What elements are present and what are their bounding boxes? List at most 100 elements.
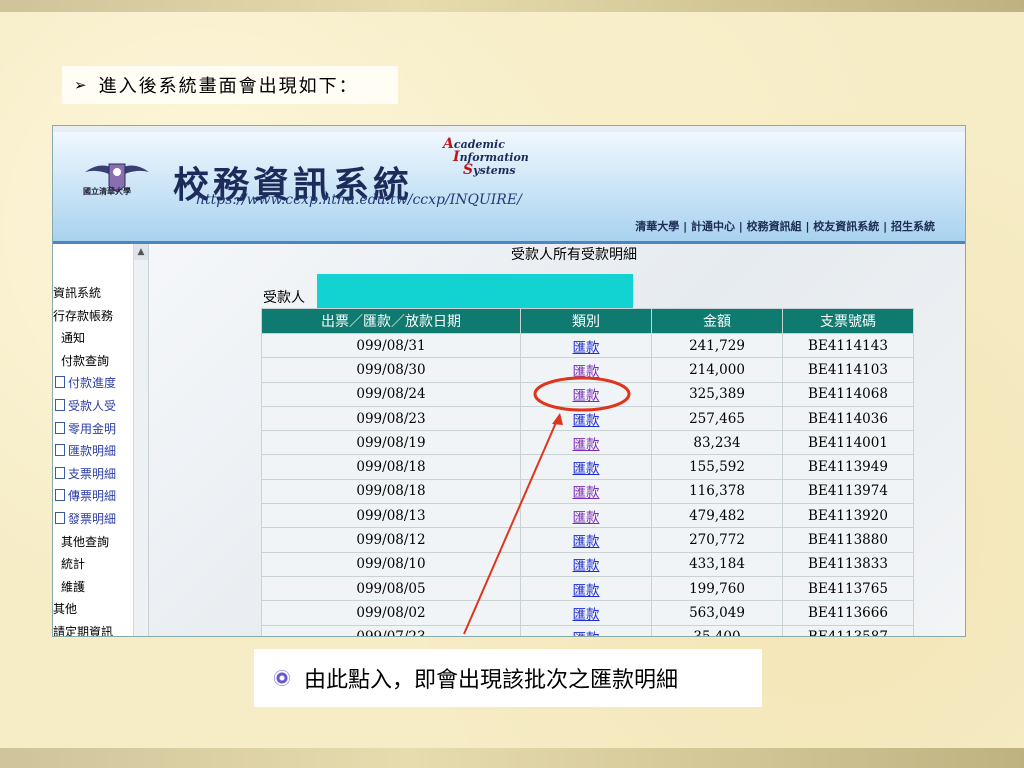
- cell-type[interactable]: 匯款: [520, 381, 652, 407]
- cell-date: 099/08/18: [261, 454, 521, 480]
- sidebar-item-label: 資訊系統: [53, 286, 102, 300]
- sidebar-item-label: 其他查詢: [61, 534, 110, 549]
- table-row: 099/08/30 匯款 214,000 BE4114103: [261, 357, 914, 383]
- cell-type[interactable]: 匯款: [520, 332, 652, 359]
- table-body: 099/08/31 匯款 241,729 BE4114143 099/08/30 匯款 21…: [261, 332, 914, 636]
- cell-type[interactable]: 匯款: [520, 551, 652, 577]
- remittance-link[interactable]: 匯款: [573, 364, 600, 380]
- remittance-link[interactable]: 匯款: [573, 534, 600, 550]
- sidebar-item[interactable]: 其他查詢: [53, 531, 135, 554]
- remittance-link[interactable]: 匯款: [573, 631, 600, 636]
- sidebar-item[interactable]: 付款進度: [53, 372, 135, 395]
- sidebar-item-label: 行存款帳務: [53, 308, 114, 323]
- cell-date: 099/08/13: [261, 503, 521, 529]
- sidebar-item[interactable]: 匯款明細: [53, 440, 135, 463]
- payee-label: 受款人: [263, 290, 305, 306]
- col-header-type: 類別: [520, 308, 652, 334]
- cell-type[interactable]: 匯款: [520, 624, 652, 636]
- remittance-link[interactable]: 匯款: [573, 340, 600, 356]
- cell-type[interactable]: 匯款: [520, 575, 652, 602]
- top-links[interactable]: 清華大學 | 計通中心 | 校務資訊組 | 校友資訊系統 | 招生系統: [635, 218, 935, 234]
- cell-date: 099/08/23: [261, 405, 521, 432]
- cell-amount: 433,184: [651, 551, 783, 577]
- sidebar-item[interactable]: 請定期資訊: [53, 621, 135, 636]
- remittance-link[interactable]: 匯款: [573, 461, 600, 477]
- remittance-link[interactable]: 匯款: [573, 388, 600, 404]
- remittance-link[interactable]: 匯款: [573, 510, 600, 526]
- sidebar-item[interactable]: 零用金明: [53, 418, 135, 441]
- cell-amount: 155,592: [651, 454, 783, 480]
- sidebar-list: 資訊系統行存款帳務通知付款查詢 付款進度受款人受零用金明匯款明細支票明細傳票明細發…: [53, 282, 135, 636]
- table-row: 099/08/19 匯款 83,234 BE4114001: [261, 430, 914, 456]
- table-row: 099/08/13 匯款 479,482 BE4113920: [261, 503, 914, 529]
- sidebar-item[interactable]: 通知: [53, 327, 135, 350]
- cell-type[interactable]: 匯款: [520, 527, 652, 553]
- cell-type[interactable]: 匯款: [520, 430, 652, 456]
- remittance-link[interactable]: 匯款: [573, 558, 600, 574]
- document-icon: [55, 376, 65, 389]
- remittance-link[interactable]: 匯款: [573, 437, 600, 453]
- table-row: 099/08/24 匯款 325,389 BE4114068: [261, 381, 914, 407]
- site-banner: 國立清華大學 校務資訊系統 https://www.ccxp.nthu.edu.…: [53, 126, 965, 244]
- cell-type[interactable]: 匯款: [520, 478, 652, 505]
- cell-date: 099/08/19: [261, 430, 521, 456]
- sidebar-item[interactable]: 支票明細: [53, 463, 135, 486]
- table-row: 099/08/12 匯款 270,772 BE4113880: [261, 527, 914, 553]
- cell-check-no: BE4113833: [782, 551, 914, 577]
- cell-check-no: BE4114036: [782, 405, 914, 432]
- ais-line-1: cademic: [453, 138, 505, 151]
- cell-check-no: BE4113920: [782, 503, 914, 529]
- col-header-check: 支票號碼: [782, 308, 914, 334]
- sidebar-item[interactable]: 發票明細: [53, 508, 135, 531]
- cell-amount: 325,389: [651, 381, 783, 407]
- callout-note: 由此點入，即會出現該批次之匯款明細: [254, 649, 762, 707]
- page-title: 受款人所有受款明細: [511, 247, 637, 263]
- main-content: 受款人所有受款明細 受款人 出票／匯款／放款日期 類別 金額 支票號碼 099/…: [149, 244, 965, 636]
- cell-type[interactable]: 匯款: [520, 503, 652, 529]
- cell-type[interactable]: 匯款: [520, 454, 652, 480]
- sidebar-item-label: 統計: [61, 557, 86, 572]
- payee-redaction: [317, 274, 633, 308]
- cell-type[interactable]: 匯款: [520, 600, 652, 626]
- sidebar-item[interactable]: 資訊系統: [53, 282, 135, 305]
- document-icon: [55, 511, 65, 524]
- remittance-link[interactable]: 匯款: [573, 413, 600, 429]
- sidebar-item[interactable]: 傳票明細: [53, 485, 135, 508]
- sidebar-scrollbar[interactable]: ▲: [133, 244, 148, 636]
- table-row: 099/08/23 匯款 257,465 BE4114036: [261, 405, 914, 432]
- cell-check-no: BE4113949: [782, 454, 914, 480]
- sidebar-item-label: 受款人受: [68, 398, 117, 413]
- browser-strip: [53, 126, 965, 132]
- sidebar-item-label: 支票明細: [68, 466, 117, 481]
- sidebar-item[interactable]: 維護: [53, 576, 135, 599]
- sidebar-item-label: 傳票明細: [68, 489, 117, 504]
- cell-type[interactable]: 匯款: [520, 357, 652, 383]
- remittance-link[interactable]: 匯款: [573, 607, 600, 623]
- sidebar-item-label: 零用金明: [68, 421, 117, 436]
- cell-check-no: BE4113587: [782, 624, 914, 636]
- sidebar-item[interactable]: 受款人受: [53, 395, 135, 418]
- cell-check-no: BE4114143: [782, 332, 914, 359]
- document-icon: [55, 398, 65, 411]
- cell-check-no: BE4113666: [782, 600, 914, 626]
- cell-date: 099/08/31: [261, 332, 521, 359]
- remittance-link[interactable]: 匯款: [573, 583, 600, 599]
- cell-date: 099/08/18: [261, 478, 521, 505]
- cell-amount: 116,378: [651, 478, 783, 505]
- cell-amount: 199,760: [651, 575, 783, 602]
- sidebar-item[interactable]: 付款查詢: [53, 350, 135, 373]
- cell-amount: 83,234: [651, 430, 783, 456]
- sidebar-item[interactable]: 行存款帳務: [53, 305, 135, 328]
- cell-amount: 479,482: [651, 503, 783, 529]
- sidebar-item-label: 通知: [61, 331, 86, 346]
- sidebar-item[interactable]: 其他: [53, 598, 135, 621]
- table-row: 099/08/18 匯款 155,592 BE4113949: [261, 454, 914, 480]
- bullet-text: 進入後系統畫面會出現如下：: [98, 76, 359, 97]
- sidebar-item[interactable]: 統計: [53, 553, 135, 576]
- swirl-bullet-icon: [274, 670, 290, 686]
- slide-bottom-band: [0, 748, 1024, 768]
- remittance-link[interactable]: 匯款: [573, 485, 600, 501]
- scroll-up-icon[interactable]: ▲: [134, 244, 148, 260]
- table-row: 099/08/10 匯款 433,184 BE4113833: [261, 551, 914, 577]
- cell-type[interactable]: 匯款: [520, 405, 652, 432]
